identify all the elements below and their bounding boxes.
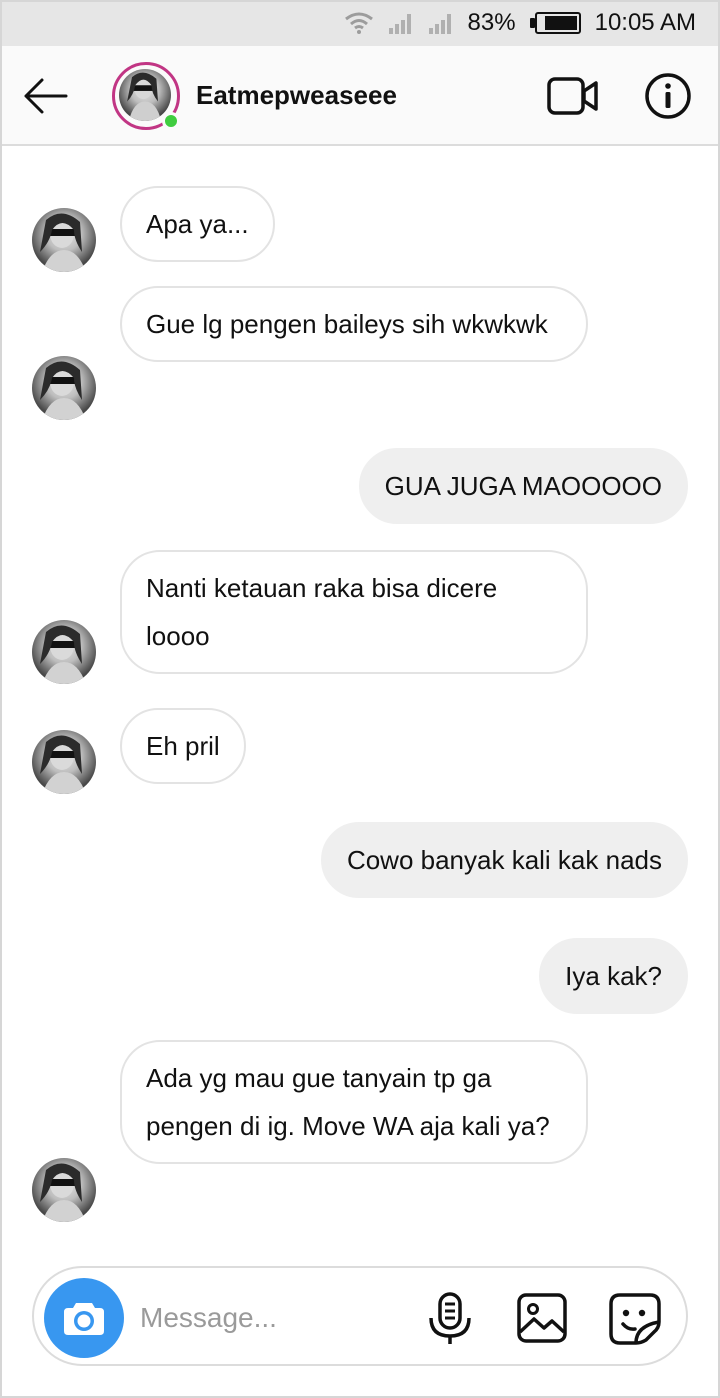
back-arrow-icon[interactable] [22, 74, 70, 118]
online-indicator [162, 112, 180, 130]
battery-icon [529, 12, 581, 34]
header-avatar[interactable] [112, 62, 180, 130]
status-bar: 83% 10:05 AM [0, 0, 720, 46]
sender-avatar[interactable] [32, 1158, 96, 1222]
sticker-icon[interactable] [608, 1292, 662, 1346]
sender-avatar[interactable] [32, 730, 96, 794]
sender-avatar[interactable] [32, 620, 96, 684]
avatar [119, 69, 171, 121]
message-bubble-outgoing[interactable]: Iya kak? [539, 938, 688, 1014]
sender-avatar[interactable] [32, 356, 96, 420]
message-composer [32, 1266, 688, 1366]
wifi-icon [344, 12, 374, 34]
video-call-icon[interactable] [546, 76, 600, 116]
chat-username[interactable]: Eatmepweaseee [196, 80, 397, 111]
battery-percent: 83% [467, 9, 516, 36]
gallery-icon[interactable] [516, 1292, 568, 1344]
message-input[interactable] [140, 1296, 400, 1340]
signal-icon [388, 12, 414, 34]
message-bubble-outgoing[interactable]: Cowo banyak kali kak nads [320, 822, 688, 898]
chat-header: Eatmepweaseee [0, 46, 720, 146]
microphone-icon[interactable] [426, 1292, 474, 1346]
message-bubble-incoming[interactable]: Nanti ketauan raka bisa dicere loooo [120, 550, 588, 674]
camera-icon[interactable] [44, 1278, 124, 1358]
signal-icon-2 [428, 12, 454, 34]
message-bubble-incoming[interactable]: Apa ya... [120, 186, 275, 262]
message-bubble-outgoing[interactable]: GUA JUGA MAOOOOO [358, 448, 688, 524]
sender-avatar[interactable] [32, 208, 96, 272]
message-bubble-incoming[interactable]: Gue lg pengen baileys sih wkwkwk [120, 286, 588, 362]
message-bubble-incoming[interactable]: Ada yg mau gue tanyain tp ga pengen di i… [120, 1040, 588, 1164]
info-icon[interactable] [644, 72, 692, 120]
clock: 10:05 AM [594, 9, 696, 36]
message-thread[interactable]: Apa ya... Gue lg pengen baileys sih wkwk… [0, 148, 720, 1258]
message-bubble-incoming[interactable]: Eh pril [120, 708, 246, 784]
